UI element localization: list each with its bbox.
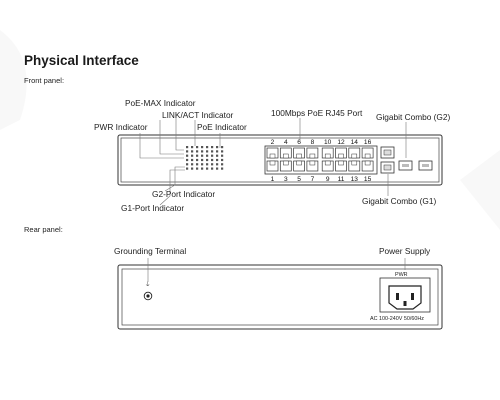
led-indicator — [206, 154, 209, 157]
rj45-port — [348, 160, 361, 172]
rj45-port — [293, 160, 305, 172]
rj45-port — [293, 147, 305, 159]
led-indicator — [216, 154, 219, 157]
led-indicator — [221, 167, 224, 170]
port-number-label: 11 — [338, 176, 345, 183]
led-indicator — [191, 167, 194, 170]
rj45-port — [266, 160, 279, 172]
ac-rating-label: AC 100-240V 50/60Hz — [370, 316, 424, 322]
rj45-port — [335, 160, 347, 172]
led-indicator — [221, 150, 224, 153]
led-indicator — [221, 163, 224, 166]
led-indicator — [201, 146, 204, 149]
port-number-label: 3 — [284, 176, 288, 183]
g2-port-indicator-callout: G2-Port Indicator — [152, 189, 215, 199]
led-indicator — [206, 167, 209, 170]
port-number-label: 15 — [364, 176, 372, 183]
led-indicator — [206, 163, 209, 166]
led-indicator — [206, 150, 209, 153]
led-indicator — [216, 163, 219, 166]
rj45-port — [306, 160, 319, 172]
led-indicator — [186, 167, 189, 170]
port-number-label: 2 — [271, 139, 275, 146]
interface-diagram: 2 4 6 8 10 12 14 16 1 3 5 7 9 11 13 15 PoE-MAX Indicat… — [0, 30, 500, 330]
led-indicator — [216, 167, 219, 170]
led-indicator — [206, 158, 209, 162]
led-indicator — [211, 158, 214, 162]
led-indicator — [216, 158, 219, 162]
led-indicator — [211, 163, 214, 166]
port-number-label: 6 — [297, 139, 301, 146]
rj45-port — [321, 160, 334, 172]
led-indicator — [211, 146, 214, 149]
g1-port-indicator-callout: G1-Port Indicator — [121, 203, 184, 213]
port-number-label: 13 — [351, 176, 359, 183]
led-indicator — [211, 150, 214, 153]
led-indicator — [186, 146, 189, 149]
power-supply-socket — [379, 277, 431, 313]
led-indicator — [191, 150, 194, 153]
rj45-port — [361, 147, 374, 159]
led-indicator — [186, 150, 189, 153]
grounding-terminal-callout: Grounding Terminal — [114, 246, 186, 256]
led-indicator — [196, 146, 199, 149]
led-indicator — [216, 146, 219, 149]
led-indicator — [201, 163, 204, 166]
led-indicator — [186, 154, 189, 157]
port-number-label: 4 — [284, 139, 288, 146]
rj45-port — [361, 160, 374, 172]
led-indicator — [196, 150, 199, 153]
rj45-port — [321, 147, 334, 159]
combo-g1-callout: Gigabit Combo (G1) — [362, 196, 436, 206]
led-indicator — [201, 167, 204, 170]
port-number-label: 7 — [311, 176, 315, 183]
port-number-label: 14 — [351, 139, 359, 146]
led-indicator — [221, 158, 224, 162]
led-indicator — [201, 150, 204, 153]
power-supply-callout: Power Supply — [379, 246, 431, 256]
led-indicator — [206, 146, 209, 149]
led-indicator — [221, 154, 224, 157]
port-number-label: 16 — [364, 139, 372, 146]
led-indicator — [196, 158, 199, 162]
rj45-port — [306, 147, 319, 159]
sfp-slot-g1 — [398, 160, 413, 171]
port-number-label: 5 — [297, 176, 301, 183]
led-indicator — [201, 158, 204, 162]
rj45-port — [335, 147, 347, 159]
rj45-port — [266, 147, 279, 159]
led-indicator — [191, 163, 194, 166]
poe-max-indicator-callout: PoE-MAX Indicator — [125, 98, 196, 108]
poe-indicator-callout: PoE Indicator — [197, 122, 247, 132]
led-indicator — [196, 167, 199, 170]
port-number-label: 9 — [326, 176, 330, 183]
led-indicator — [191, 154, 194, 157]
led-indicator — [211, 167, 214, 170]
rj45-port-callout: 100Mbps PoE RJ45 Port — [271, 108, 363, 118]
port-number-label: 8 — [311, 139, 315, 146]
led-indicator — [211, 154, 214, 157]
rj45-port — [348, 147, 361, 159]
rj45-port — [279, 160, 292, 172]
pwr-label: PWR — [395, 272, 408, 278]
led-indicator — [216, 150, 219, 153]
led-indicator — [201, 154, 204, 157]
rj45-port — [279, 147, 292, 159]
led-indicator — [186, 158, 189, 162]
ground-symbol-icon: ⏚ — [145, 281, 150, 288]
led-indicator — [186, 163, 189, 166]
led-indicator — [196, 163, 199, 166]
port-number-label: 10 — [324, 139, 332, 146]
led-indicator — [191, 146, 194, 149]
port-number-label: 1 — [271, 176, 275, 183]
pwr-indicator-callout: PWR Indicator — [94, 122, 148, 132]
port-number-label: 12 — [337, 139, 345, 146]
link-act-indicator-callout: LINK/ACT Indicator — [162, 110, 234, 120]
led-indicator — [191, 158, 194, 162]
combo-g2-callout: Gigabit Combo (G2) — [376, 112, 450, 122]
sfp-slot-g2 — [418, 160, 433, 171]
led-indicator — [196, 154, 199, 157]
led-indicator — [221, 146, 224, 149]
